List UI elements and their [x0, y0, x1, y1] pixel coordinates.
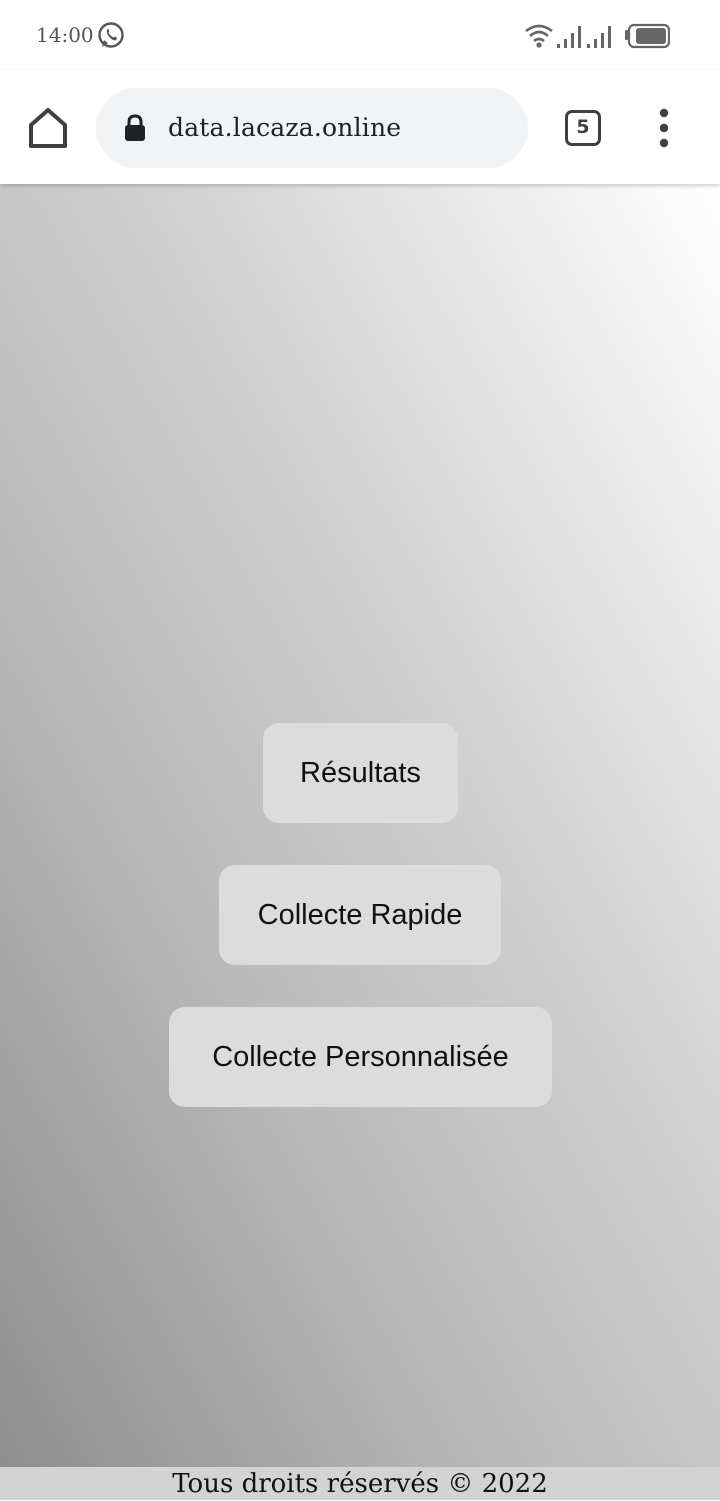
- url-text: data.lacaza.online: [168, 113, 402, 142]
- footer-text: Tous droits réservés © 2022: [172, 1469, 548, 1499]
- lock-icon: [124, 114, 146, 142]
- tab-switcher-button[interactable]: 5: [565, 110, 601, 146]
- status-time: 14:00: [36, 23, 94, 47]
- quick-collect-button[interactable]: Collecte Rapide: [219, 865, 501, 965]
- home-icon: [26, 108, 70, 154]
- page-content: Résultats Collecte Rapide Collecte Perso…: [0, 184, 720, 1467]
- footer: Tous droits réservés © 2022: [0, 1467, 720, 1500]
- whatsapp-icon: [96, 20, 126, 50]
- results-button[interactable]: Résultats: [263, 723, 458, 823]
- more-vert-icon[interactable]: [648, 108, 680, 148]
- custom-collect-button[interactable]: Collecte Personnalisée: [169, 1007, 552, 1107]
- status-bar: 14:00: [0, 0, 720, 70]
- browser-toolbar: data.lacaza.online 5: [0, 70, 720, 184]
- url-bar[interactable]: data.lacaza.online: [96, 88, 528, 168]
- home-button[interactable]: [26, 106, 70, 150]
